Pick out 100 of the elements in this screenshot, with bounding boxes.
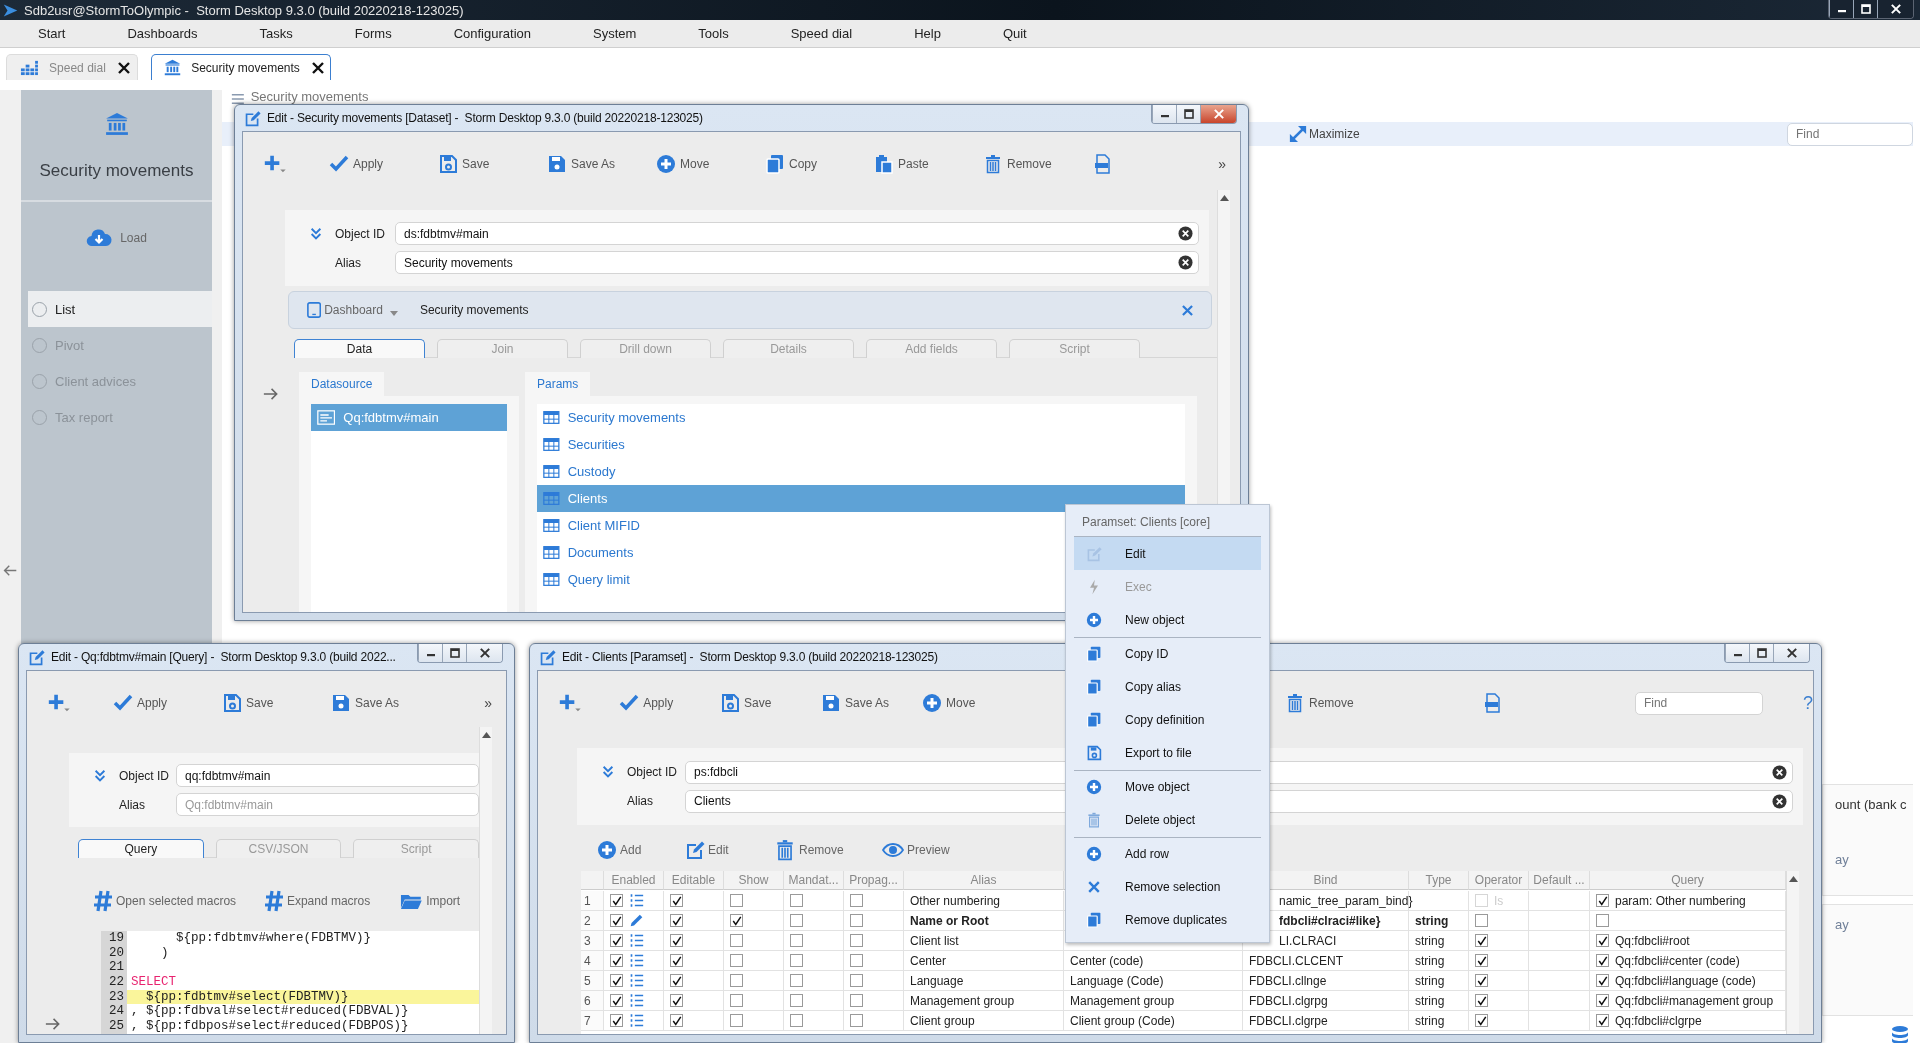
save-as-button[interactable]: Save As <box>331 693 440 713</box>
column-header: Alias <box>904 871 1064 890</box>
row-number: 2 <box>581 911 604 931</box>
table-cell: string <box>1409 951 1469 971</box>
action-button[interactable]: Expand macros <box>263 890 401 912</box>
move-button[interactable]: Move <box>656 154 765 174</box>
paste-button[interactable]: Paste <box>874 154 983 174</box>
menu-item[interactable]: Delete object <box>1074 803 1261 836</box>
table-cell: FDBCLI.CLCENT <box>1243 951 1409 971</box>
table-cell: Management group <box>904 991 1064 1011</box>
column-header: Propag... <box>844 871 904 890</box>
overflow-button[interactable]: » <box>1218 156 1226 172</box>
edit-button[interactable]: Edit <box>685 839 774 860</box>
table-cell: string <box>1409 931 1469 951</box>
table-cell: Name or Root <box>904 911 1064 931</box>
tab[interactable]: Data <box>294 339 425 358</box>
save-button[interactable]: Save <box>720 693 822 713</box>
save-button[interactable]: Save <box>438 154 547 174</box>
code-line: ) <box>160 945 170 961</box>
menu-item[interactable]: Copy ID <box>1074 637 1261 670</box>
row-number: 3 <box>581 931 604 951</box>
code-line: SELECT <box>130 975 177 990</box>
menu-item[interactable]: New object <box>1074 603 1261 636</box>
search-field[interactable]: Find <box>1634 691 1763 715</box>
preview-button[interactable]: Preview <box>882 841 982 858</box>
add-button[interactable]: Add <box>597 839 685 860</box>
column-header: Type <box>1409 871 1469 890</box>
apply-button[interactable]: Apply <box>619 693 721 713</box>
table-cell: string <box>1409 1011 1469 1031</box>
table-cell: Language (Code) <box>1064 971 1243 991</box>
dashboard-dropdown[interactable]: Dashboard <box>307 302 398 318</box>
save-as-button[interactable]: Save As <box>821 693 923 713</box>
search-field[interactable]: Find <box>1787 122 1913 146</box>
copy-button[interactable]: Copy <box>765 154 874 174</box>
maximize-button[interactable]: Maximize <box>1289 125 1360 143</box>
field-label: Alias <box>627 794 654 808</box>
row-number: 4 <box>581 951 604 971</box>
apply-button[interactable]: Apply <box>329 154 438 174</box>
action-button[interactable]: Open selected macros <box>93 890 264 912</box>
list-item[interactable]: Security movements <box>537 404 1185 431</box>
text-field[interactable]: ds:fdbtmv#main <box>395 222 1199 245</box>
line-number: 25 <box>101 1019 127 1034</box>
text-field[interactable]: Qq:fdbtmv#main <box>176 793 479 816</box>
remove-button[interactable]: Remove <box>774 838 882 861</box>
column-header: Default ... <box>1529 871 1590 890</box>
list-item[interactable]: Custody <box>537 458 1185 485</box>
list-item[interactable]: Securities <box>537 431 1185 458</box>
panel-text: ount (bank c <box>1835 797 1907 812</box>
menu-item[interactable]: Forms <box>354 26 392 41</box>
table-cell: string <box>1409 971 1469 991</box>
panel-text: ay <box>1835 852 1849 867</box>
table-cell: Management group <box>1064 991 1243 1011</box>
row-number: 7 <box>581 1011 604 1031</box>
table-cell: param: Other numbering <box>1615 893 1746 908</box>
menu-item[interactable]: Help <box>914 26 941 41</box>
overflow-button[interactable]: » <box>484 695 492 711</box>
sidebar-title: Security movements <box>21 161 212 202</box>
tab[interactable]: Query <box>78 839 204 858</box>
column-header: Query <box>1590 871 1786 890</box>
load-button[interactable]: Load <box>86 228 147 248</box>
menu-item[interactable]: System <box>593 26 637 41</box>
field-label: Object ID <box>627 765 678 779</box>
tab[interactable]: Security movements <box>151 54 331 80</box>
menu-item[interactable]: Copy alias <box>1074 670 1261 703</box>
menu-item[interactable]: Speed dial <box>790 26 853 41</box>
table-cell: Language <box>904 971 1064 991</box>
help-button[interactable]: ? <box>1802 692 1813 714</box>
menu-item[interactable]: Tools <box>698 26 729 41</box>
menu-item[interactable]: Edit <box>1074 537 1261 570</box>
table-cell: Client group <box>904 1011 1064 1031</box>
remove-button[interactable]: Remove <box>983 154 1092 174</box>
menu-item[interactable]: Export to file <box>1074 736 1261 769</box>
field-label: Alias <box>119 797 146 812</box>
menu-item[interactable]: Configuration <box>453 26 531 41</box>
column-header: Enabled <box>604 871 664 890</box>
menu-item[interactable]: Tasks <box>259 26 293 41</box>
action-button[interactable]: Import <box>400 892 479 910</box>
window-title: Edit - Qq:fdbtmv#main [Query] - Storm Desktop 9.3.0 (build 2022... <box>51 650 396 664</box>
move-button[interactable]: Move <box>922 693 1023 713</box>
row-number: 1 <box>581 891 604 911</box>
menu-item[interactable]: Quit <box>1002 26 1027 41</box>
menu-item[interactable]: Dashboards <box>127 26 198 41</box>
table-cell: FDBCLI.clgrpe <box>1243 1011 1409 1031</box>
line-number: 24 <box>101 1004 127 1020</box>
panel-text: ay <box>1835 917 1849 932</box>
text-field[interactable]: qq:fdbtmv#main <box>176 764 479 787</box>
menu-item[interactable]: Start <box>38 26 66 41</box>
table-cell: FDBCLI.clgrpg <box>1243 991 1409 1011</box>
remove-button[interactable]: Remove <box>1285 693 1386 713</box>
save-as-button[interactable]: Save As <box>547 154 656 174</box>
menu-item[interactable]: Move object <box>1074 770 1261 803</box>
line-number: 21 <box>101 960 127 976</box>
table-cell: Client list <box>904 931 1064 951</box>
view-option[interactable]: List <box>28 291 212 327</box>
dashboard-name: Security movements <box>419 303 530 317</box>
save-button[interactable]: Save <box>222 693 331 713</box>
menu-item[interactable]: Copy definition <box>1074 703 1261 736</box>
text-field[interactable]: Security movements <box>395 251 1199 274</box>
menu-item[interactable]: Add row <box>1074 837 1261 870</box>
apply-button[interactable]: Apply <box>113 693 222 713</box>
